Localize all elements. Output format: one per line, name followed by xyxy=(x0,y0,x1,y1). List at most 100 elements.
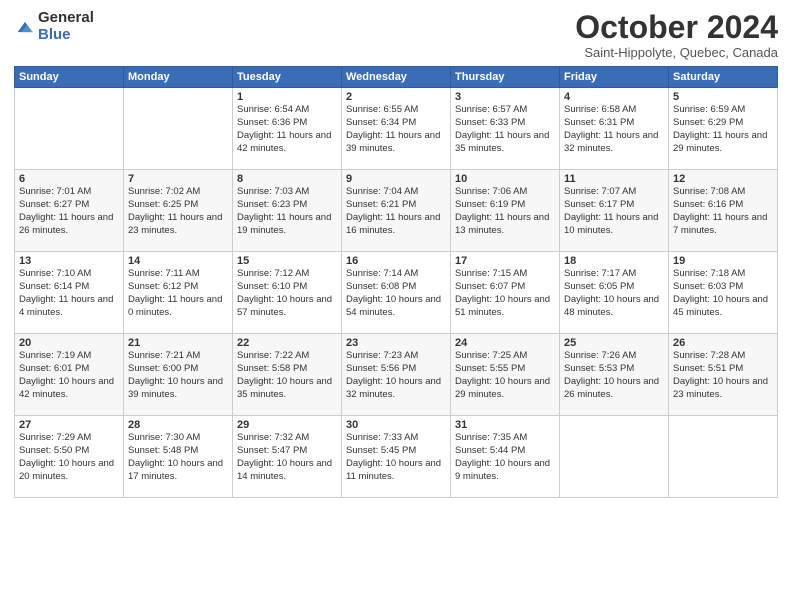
day-info: Sunrise: 7:06 AM Sunset: 6:19 PM Dayligh… xyxy=(455,186,555,237)
day-info: Sunrise: 7:32 AM Sunset: 5:47 PM Dayligh… xyxy=(237,432,337,483)
day-number: 7 xyxy=(128,173,228,185)
calendar-cell: 23Sunrise: 7:23 AM Sunset: 5:56 PM Dayli… xyxy=(342,334,451,416)
calendar-week-row: 20Sunrise: 7:19 AM Sunset: 6:01 PM Dayli… xyxy=(15,334,778,416)
logo-icon xyxy=(14,16,36,38)
header: General Blue October 2024 Saint-Hippolyt… xyxy=(14,10,778,60)
day-info: Sunrise: 7:15 AM Sunset: 6:07 PM Dayligh… xyxy=(455,268,555,319)
day-info: Sunrise: 7:17 AM Sunset: 6:05 PM Dayligh… xyxy=(564,268,664,319)
day-info: Sunrise: 7:02 AM Sunset: 6:25 PM Dayligh… xyxy=(128,186,228,237)
day-info: Sunrise: 7:25 AM Sunset: 5:55 PM Dayligh… xyxy=(455,350,555,401)
calendar-cell: 30Sunrise: 7:33 AM Sunset: 5:45 PM Dayli… xyxy=(342,416,451,498)
day-number: 5 xyxy=(673,91,773,103)
calendar-cell: 28Sunrise: 7:30 AM Sunset: 5:48 PM Dayli… xyxy=(124,416,233,498)
calendar-cell: 16Sunrise: 7:14 AM Sunset: 6:08 PM Dayli… xyxy=(342,252,451,334)
calendar-cell: 1Sunrise: 6:54 AM Sunset: 6:36 PM Daylig… xyxy=(233,88,342,170)
calendar-cell xyxy=(124,88,233,170)
day-number: 20 xyxy=(19,337,119,349)
header-cell: Saturday xyxy=(669,67,778,88)
day-number: 4 xyxy=(564,91,664,103)
calendar-cell: 25Sunrise: 7:26 AM Sunset: 5:53 PM Dayli… xyxy=(560,334,669,416)
day-number: 30 xyxy=(346,419,446,431)
day-number: 23 xyxy=(346,337,446,349)
calendar-cell: 20Sunrise: 7:19 AM Sunset: 6:01 PM Dayli… xyxy=(15,334,124,416)
calendar-cell: 31Sunrise: 7:35 AM Sunset: 5:44 PM Dayli… xyxy=(451,416,560,498)
calendar-week-row: 27Sunrise: 7:29 AM Sunset: 5:50 PM Dayli… xyxy=(15,416,778,498)
day-number: 18 xyxy=(564,255,664,267)
logo-text: General Blue xyxy=(38,10,94,43)
day-info: Sunrise: 7:01 AM Sunset: 6:27 PM Dayligh… xyxy=(19,186,119,237)
day-number: 3 xyxy=(455,91,555,103)
calendar-cell: 27Sunrise: 7:29 AM Sunset: 5:50 PM Dayli… xyxy=(15,416,124,498)
day-info: Sunrise: 7:35 AM Sunset: 5:44 PM Dayligh… xyxy=(455,432,555,483)
day-number: 13 xyxy=(19,255,119,267)
calendar-cell: 24Sunrise: 7:25 AM Sunset: 5:55 PM Dayli… xyxy=(451,334,560,416)
day-info: Sunrise: 6:54 AM Sunset: 6:36 PM Dayligh… xyxy=(237,104,337,155)
day-info: Sunrise: 7:26 AM Sunset: 5:53 PM Dayligh… xyxy=(564,350,664,401)
day-info: Sunrise: 7:23 AM Sunset: 5:56 PM Dayligh… xyxy=(346,350,446,401)
calendar-cell: 22Sunrise: 7:22 AM Sunset: 5:58 PM Dayli… xyxy=(233,334,342,416)
day-info: Sunrise: 6:55 AM Sunset: 6:34 PM Dayligh… xyxy=(346,104,446,155)
calendar-cell: 3Sunrise: 6:57 AM Sunset: 6:33 PM Daylig… xyxy=(451,88,560,170)
day-number: 24 xyxy=(455,337,555,349)
day-number: 22 xyxy=(237,337,337,349)
calendar-week-row: 6Sunrise: 7:01 AM Sunset: 6:27 PM Daylig… xyxy=(15,170,778,252)
header-cell: Wednesday xyxy=(342,67,451,88)
day-info: Sunrise: 7:21 AM Sunset: 6:00 PM Dayligh… xyxy=(128,350,228,401)
calendar-cell: 29Sunrise: 7:32 AM Sunset: 5:47 PM Dayli… xyxy=(233,416,342,498)
day-number: 19 xyxy=(673,255,773,267)
day-number: 21 xyxy=(128,337,228,349)
day-number: 31 xyxy=(455,419,555,431)
day-info: Sunrise: 7:04 AM Sunset: 6:21 PM Dayligh… xyxy=(346,186,446,237)
day-number: 1 xyxy=(237,91,337,103)
day-info: Sunrise: 7:07 AM Sunset: 6:17 PM Dayligh… xyxy=(564,186,664,237)
day-number: 15 xyxy=(237,255,337,267)
calendar-cell: 2Sunrise: 6:55 AM Sunset: 6:34 PM Daylig… xyxy=(342,88,451,170)
day-info: Sunrise: 7:28 AM Sunset: 5:51 PM Dayligh… xyxy=(673,350,773,401)
calendar-week-row: 13Sunrise: 7:10 AM Sunset: 6:14 PM Dayli… xyxy=(15,252,778,334)
day-info: Sunrise: 6:59 AM Sunset: 6:29 PM Dayligh… xyxy=(673,104,773,155)
day-number: 14 xyxy=(128,255,228,267)
day-info: Sunrise: 7:18 AM Sunset: 6:03 PM Dayligh… xyxy=(673,268,773,319)
day-number: 9 xyxy=(346,173,446,185)
header-row: SundayMondayTuesdayWednesdayThursdayFrid… xyxy=(15,67,778,88)
logo-general: General xyxy=(38,10,94,27)
calendar-cell: 4Sunrise: 6:58 AM Sunset: 6:31 PM Daylig… xyxy=(560,88,669,170)
day-number: 28 xyxy=(128,419,228,431)
day-info: Sunrise: 7:19 AM Sunset: 6:01 PM Dayligh… xyxy=(19,350,119,401)
day-number: 17 xyxy=(455,255,555,267)
calendar-cell: 12Sunrise: 7:08 AM Sunset: 6:16 PM Dayli… xyxy=(669,170,778,252)
day-number: 12 xyxy=(673,173,773,185)
day-info: Sunrise: 7:12 AM Sunset: 6:10 PM Dayligh… xyxy=(237,268,337,319)
day-number: 8 xyxy=(237,173,337,185)
calendar-cell: 15Sunrise: 7:12 AM Sunset: 6:10 PM Dayli… xyxy=(233,252,342,334)
day-number: 26 xyxy=(673,337,773,349)
logo: General Blue xyxy=(14,10,94,43)
day-number: 27 xyxy=(19,419,119,431)
day-info: Sunrise: 7:29 AM Sunset: 5:50 PM Dayligh… xyxy=(19,432,119,483)
logo-blue: Blue xyxy=(38,27,94,44)
calendar-cell xyxy=(669,416,778,498)
day-info: Sunrise: 7:14 AM Sunset: 6:08 PM Dayligh… xyxy=(346,268,446,319)
calendar-table: SundayMondayTuesdayWednesdayThursdayFrid… xyxy=(14,66,778,498)
location: Saint-Hippolyte, Quebec, Canada xyxy=(575,45,778,60)
calendar-cell: 7Sunrise: 7:02 AM Sunset: 6:25 PM Daylig… xyxy=(124,170,233,252)
header-cell: Sunday xyxy=(15,67,124,88)
day-info: Sunrise: 6:58 AM Sunset: 6:31 PM Dayligh… xyxy=(564,104,664,155)
calendar-cell: 14Sunrise: 7:11 AM Sunset: 6:12 PM Dayli… xyxy=(124,252,233,334)
month-title: October 2024 xyxy=(575,10,778,45)
day-info: Sunrise: 7:22 AM Sunset: 5:58 PM Dayligh… xyxy=(237,350,337,401)
calendar-body: 1Sunrise: 6:54 AM Sunset: 6:36 PM Daylig… xyxy=(15,88,778,498)
day-number: 16 xyxy=(346,255,446,267)
header-cell: Friday xyxy=(560,67,669,88)
calendar-page: General Blue October 2024 Saint-Hippolyt… xyxy=(0,0,792,612)
header-cell: Tuesday xyxy=(233,67,342,88)
day-info: Sunrise: 7:08 AM Sunset: 6:16 PM Dayligh… xyxy=(673,186,773,237)
header-cell: Monday xyxy=(124,67,233,88)
day-number: 29 xyxy=(237,419,337,431)
title-block: October 2024 Saint-Hippolyte, Quebec, Ca… xyxy=(575,10,778,60)
day-number: 2 xyxy=(346,91,446,103)
day-number: 25 xyxy=(564,337,664,349)
day-info: Sunrise: 7:10 AM Sunset: 6:14 PM Dayligh… xyxy=(19,268,119,319)
day-number: 11 xyxy=(564,173,664,185)
day-info: Sunrise: 7:33 AM Sunset: 5:45 PM Dayligh… xyxy=(346,432,446,483)
